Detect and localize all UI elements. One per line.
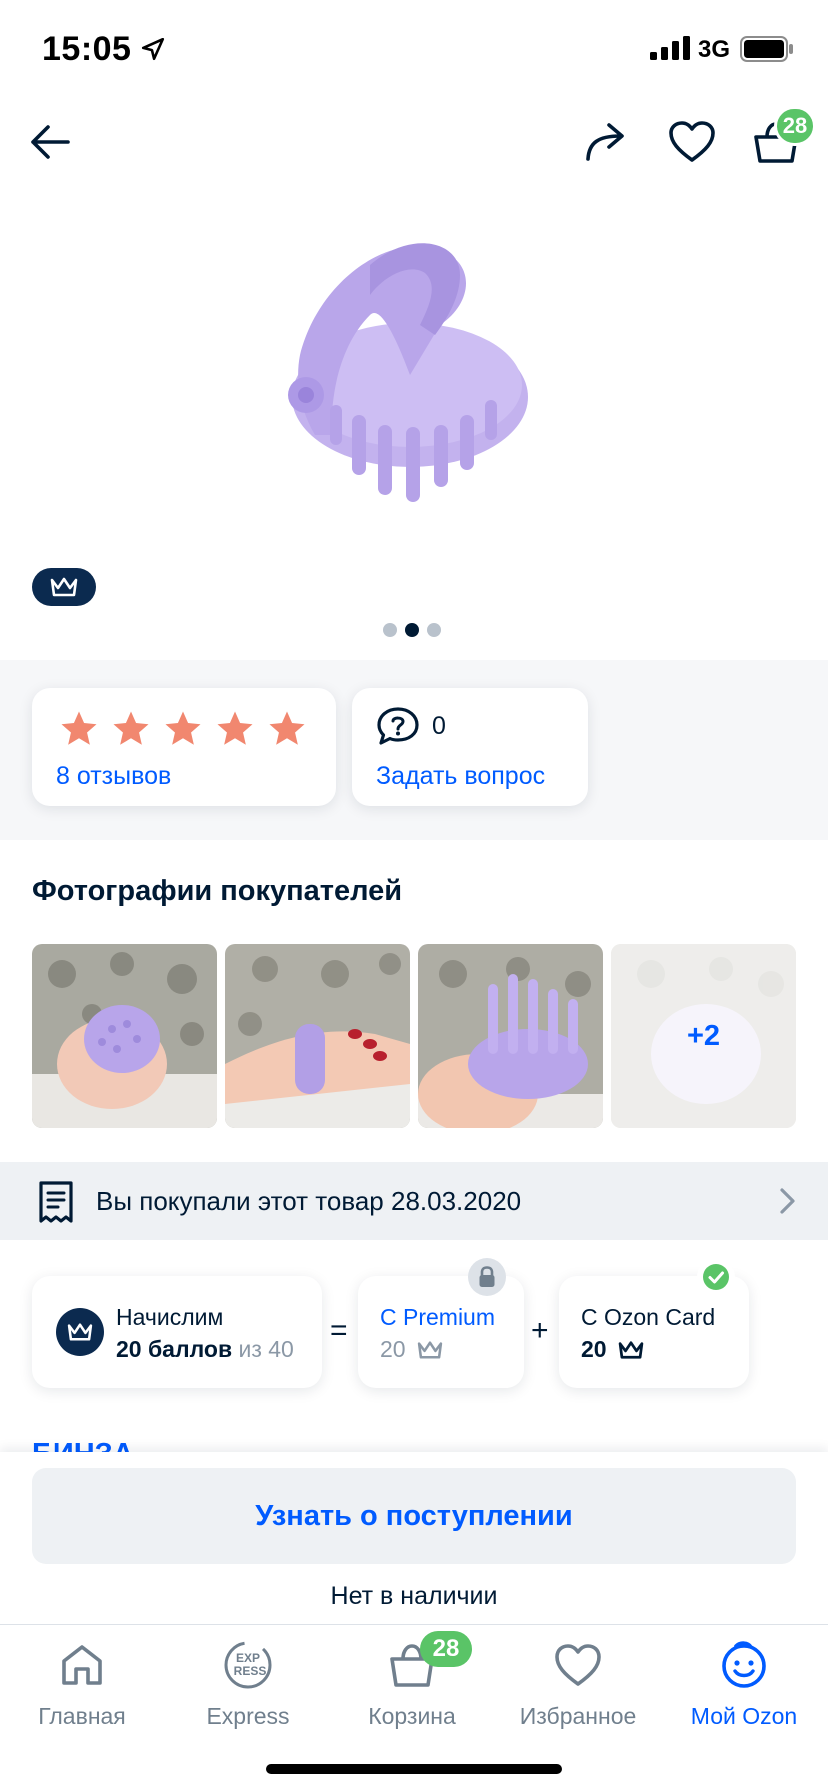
buyer-photo[interactable] (32, 944, 217, 1128)
checkmark-circle-icon (703, 1264, 729, 1290)
buyer-photos-title: Фотографии покупателей (32, 875, 403, 907)
svg-text:EXP: EXP (236, 1651, 260, 1665)
gallery-dot[interactable] (383, 623, 397, 637)
star-icon (165, 711, 201, 745)
ozon-card-points-number: 20 (581, 1336, 607, 1362)
express-icon: EXP RESS (224, 1641, 272, 1689)
premium-badge (32, 568, 96, 606)
status-bar: 15:05 3G (0, 0, 828, 100)
premium-points-number: 20 (380, 1336, 406, 1362)
network-type: 3G (698, 36, 731, 63)
buyer-photo-more[interactable]: +2 (611, 944, 796, 1128)
points-value: 20 баллов из 40 (116, 1336, 294, 1363)
star-icon (269, 711, 305, 745)
receipt-icon (39, 1181, 73, 1223)
chevron-right-icon (780, 1188, 795, 1214)
arrow-left-icon (31, 125, 70, 159)
tab-label: Корзина (368, 1703, 456, 1729)
star-icon (61, 711, 97, 745)
points-max: из 40 (238, 1336, 294, 1362)
location-arrow-icon (141, 37, 165, 61)
notify-when-available-button[interactable]: Узнать о поступлении (32, 1468, 796, 1564)
signal-icon (650, 36, 690, 60)
share-button[interactable] (575, 112, 635, 172)
points-label: Начислим (116, 1304, 224, 1330)
tab-express[interactable]: EXP RESS Express (166, 1639, 330, 1730)
heart-icon (555, 1644, 601, 1686)
back-button[interactable] (20, 112, 80, 172)
buyer-photo[interactable] (418, 944, 603, 1128)
lock-badge (468, 1258, 506, 1296)
rating-stars (58, 708, 308, 750)
buyer-photo[interactable] (225, 944, 410, 1128)
lock-icon (479, 1266, 495, 1287)
tab-my-ozon[interactable]: Мой Ozon (662, 1639, 826, 1730)
favorite-button[interactable] (662, 112, 722, 172)
tab-label: Express (206, 1703, 290, 1729)
purchase-history-banner[interactable]: Вы покупали этот товар 28.03.2020 (0, 1162, 828, 1240)
tab-label: Избранное (519, 1703, 637, 1729)
premium-points-card[interactable]: С Premium 20 (358, 1276, 524, 1388)
profile-icon (722, 1641, 766, 1688)
crown-icon (618, 1340, 643, 1359)
question-bubble-icon (377, 707, 419, 745)
crown-icon (67, 1323, 93, 1341)
questions-count: 0 (432, 712, 446, 740)
gallery-pagination (383, 623, 441, 637)
gallery-dot-active[interactable] (405, 623, 419, 637)
ask-question-link[interactable]: Задать вопрос (376, 762, 545, 791)
tab-favorites[interactable]: Избранное (496, 1639, 660, 1730)
rating-card[interactable]: 8 отзывов (32, 688, 336, 806)
cart-tab-badge: 28 (420, 1631, 472, 1667)
home-indicator (266, 1764, 562, 1774)
check-badge (697, 1258, 735, 1296)
more-photos-count: +2 (686, 1019, 721, 1052)
home-icon (62, 1645, 102, 1685)
buyer-photos-row: +2 (32, 944, 796, 1128)
share-arrow-icon (586, 123, 624, 161)
product-image[interactable] (260, 235, 560, 525)
svg-text:RESS: RESS (234, 1664, 267, 1678)
ozon-card-points-title: С Ozon Card (581, 1304, 716, 1330)
star-icon (217, 711, 253, 745)
availability-status: Нет в наличии (330, 1582, 498, 1610)
status-time: 15:05 (42, 30, 132, 68)
tab-label: Главная (38, 1703, 126, 1729)
premium-points-title: С Premium (380, 1304, 496, 1330)
tab-cart[interactable]: Корзина 28 (330, 1631, 494, 1730)
crown-icon (50, 577, 78, 597)
bottom-action-panel: Узнать о поступлении Нет в наличии (0, 1452, 828, 1624)
questions-card[interactable]: 0 Задать вопрос (352, 688, 588, 806)
points-crown-badge (56, 1308, 104, 1356)
crown-icon (417, 1340, 442, 1359)
points-card: Начислим 20 баллов из 40 (32, 1276, 322, 1388)
reviews-link[interactable]: 8 отзывов (56, 762, 171, 791)
product-screen: 15:05 3G 28 8 отзывов 0 Задать вопрос Фо… (0, 0, 828, 1792)
points-amount: 20 баллов (116, 1336, 233, 1362)
plus-sign: + (531, 1314, 549, 1347)
star-icon (113, 711, 149, 745)
equals-sign: = (330, 1314, 348, 1347)
tab-home[interactable]: Главная (0, 1639, 164, 1730)
heart-icon (669, 121, 715, 162)
purchase-date-text: Вы покупали этот товар 28.03.2020 (96, 1186, 522, 1216)
gallery-dot[interactable] (427, 623, 441, 637)
tab-label: Мой Ozon (690, 1703, 798, 1729)
battery-icon (740, 36, 793, 62)
ozon-card-points-value: 20 (581, 1336, 645, 1363)
premium-points-value: 20 (380, 1336, 444, 1363)
cart-count-badge: 28 (774, 106, 816, 146)
